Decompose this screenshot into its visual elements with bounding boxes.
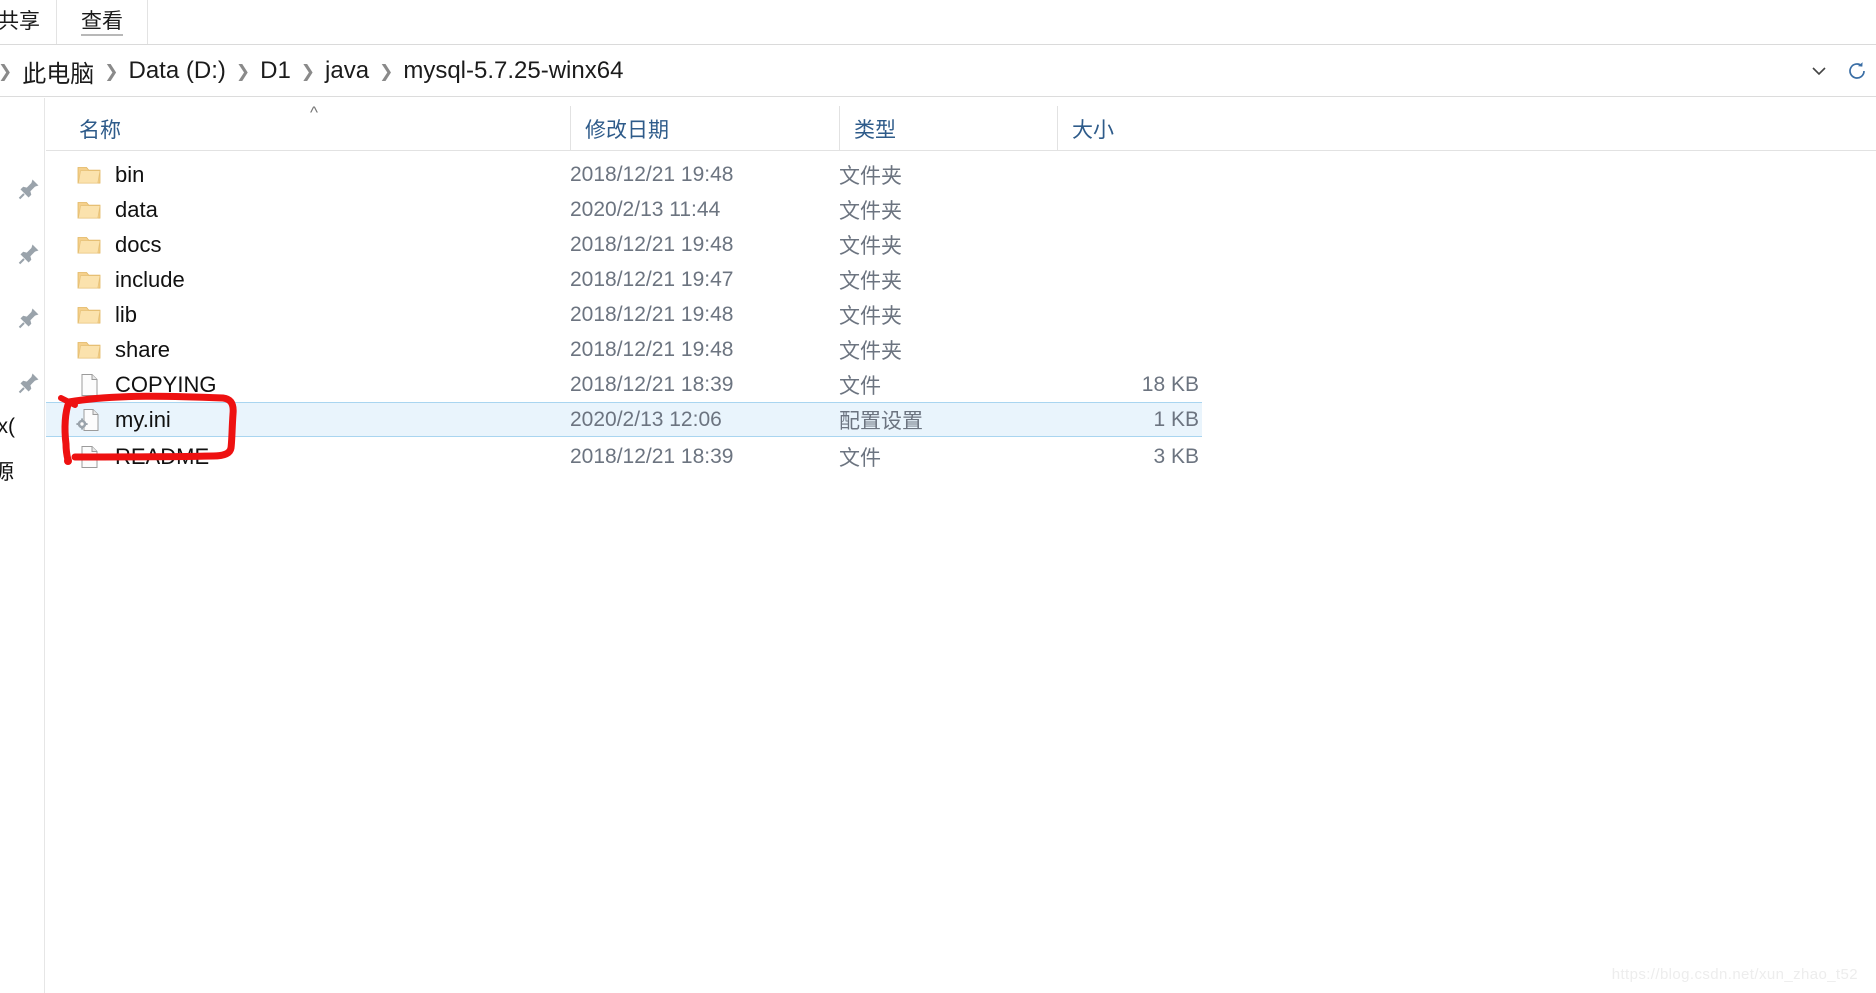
breadcrumb-item-this-pc[interactable]: 此电脑 (18, 54, 98, 89)
column-header-size[interactable]: 大小 (1057, 106, 1209, 151)
column-header-row: ^ 名称 修改日期 类型 大小 (46, 106, 1876, 151)
table-row[interactable]: include 2018/12/21 19:47 文件夹 (46, 262, 1202, 297)
column-header-type-label: 类型 (854, 114, 896, 144)
file-date-cell: 2018/12/21 18:39 (570, 373, 734, 397)
nav-item-winx-clipped[interactable]: winx( (0, 415, 15, 439)
file-name-cell[interactable]: README (76, 444, 209, 470)
file-date-cell: 2018/12/21 19:48 (570, 233, 734, 257)
tab-share[interactable]: 共享 (0, 0, 48, 44)
file-size-cell: 1 KB (1006, 408, 1199, 432)
file-icon (76, 444, 102, 470)
ribbon-tab-strip: 共享 查看 (0, 0, 1876, 45)
file-name-label: share (115, 337, 170, 363)
file-name-label: docs (115, 232, 161, 258)
breadcrumb-separator: ❯ (98, 62, 124, 82)
nav-item-downloads-clipped[interactable]: oad (0, 375, 1, 399)
file-type-cell: 文件夹 (839, 160, 902, 190)
folder-icon (76, 267, 102, 293)
breadcrumb-item-mysql[interactable]: mysql-5.7.25-winx64 (399, 57, 627, 85)
address-bar[interactable]: ❯ 此电脑 ❯ Data (D:) ❯ D1 ❯ java ❯ mysql-5.… (0, 45, 1876, 97)
breadcrumb[interactable]: ❯ 此电脑 ❯ Data (D:) ❯ D1 ❯ java ❯ mysql-5.… (0, 45, 627, 97)
file-date-cell: 2018/12/21 19:48 (570, 338, 734, 362)
column-header-date-label: 修改日期 (585, 114, 669, 144)
address-bar-actions (1800, 45, 1876, 97)
file-type-cell: 文件夹 (839, 300, 902, 330)
nav-item-resources-clipped[interactable]: 资源 (0, 456, 14, 486)
refresh-icon[interactable] (1838, 45, 1876, 97)
column-header-name-label: 名称 (79, 114, 121, 144)
file-name-label: COPYING (115, 372, 216, 398)
file-name-label: README (115, 444, 209, 470)
table-row[interactable]: share 2018/12/21 19:48 文件夹 (46, 332, 1202, 367)
file-name-cell[interactable]: lib (76, 302, 137, 328)
tab-share-label: 共享 (0, 10, 40, 33)
folder-icon (76, 337, 102, 363)
config-file-icon (76, 407, 102, 433)
breadcrumb-item-d1[interactable]: D1 (256, 57, 295, 85)
file-name-label: data (115, 197, 158, 223)
file-date-cell: 2018/12/21 18:39 (570, 445, 734, 469)
file-date-cell: 2018/12/21 19:48 (570, 303, 734, 327)
tab-view[interactable]: 查看 (56, 0, 148, 44)
table-row[interactable]: README 2018/12/21 18:39 文件 3 KB (46, 439, 1202, 474)
table-row[interactable]: bin 2018/12/21 19:48 文件夹 (46, 157, 1202, 192)
file-size-cell: 18 KB (1006, 373, 1199, 397)
breadcrumb-separator: ❯ (373, 62, 399, 82)
tab-view-label: 查看 (81, 10, 123, 36)
file-date-cell: 2018/12/21 19:47 (570, 268, 734, 292)
file-icon (76, 372, 102, 398)
file-date-cell: 2020/2/13 11:44 (570, 198, 720, 222)
pin-icon[interactable] (16, 370, 42, 396)
file-size-cell: 3 KB (1006, 445, 1199, 469)
column-header-type[interactable]: 类型 (839, 106, 1057, 151)
breadcrumb-separator: ❯ (295, 62, 321, 82)
file-name-cell[interactable]: include (76, 267, 185, 293)
file-name-cell[interactable]: COPYING (76, 372, 216, 398)
file-name-cell[interactable]: my.ini (76, 407, 171, 433)
breadcrumb-separator: ❯ (230, 62, 256, 82)
table-row[interactable]: lib 2018/12/21 19:48 文件夹 (46, 297, 1202, 332)
file-name-label: my.ini (115, 407, 171, 433)
folder-icon (76, 162, 102, 188)
pin-icon[interactable] (16, 241, 42, 267)
file-type-cell: 文件夹 (839, 230, 902, 260)
chevron-down-icon[interactable] (1800, 45, 1838, 97)
folder-icon (76, 197, 102, 223)
column-header-date-modified[interactable]: 修改日期 (570, 106, 839, 151)
table-row[interactable]: data 2020/2/13 11:44 文件夹 (46, 192, 1202, 227)
file-date-cell: 2020/2/13 12:06 (570, 408, 722, 432)
file-type-cell: 文件夹 (839, 335, 902, 365)
file-type-cell: 文件 (839, 370, 881, 400)
table-row[interactable]: COPYING 2018/12/21 18:39 文件 18 KB (46, 367, 1202, 402)
navigation-pane[interactable]: oad winx( 资源 (0, 98, 45, 993)
file-name-label: lib (115, 302, 137, 328)
file-name-cell[interactable]: bin (76, 162, 144, 188)
file-type-cell: 文件 (839, 442, 881, 472)
watermark: https://blog.csdn.net/xun_zhao_t52 (1612, 966, 1858, 983)
folder-icon (76, 232, 102, 258)
pin-icon[interactable] (16, 176, 42, 202)
pin-icon[interactable] (16, 305, 42, 331)
file-type-cell: 配置设置 (839, 405, 923, 435)
file-date-cell: 2018/12/21 19:48 (570, 163, 734, 187)
file-name-cell[interactable]: docs (76, 232, 161, 258)
file-name-cell[interactable]: data (76, 197, 158, 223)
breadcrumb-separator: ❯ (0, 62, 18, 82)
file-type-cell: 文件夹 (839, 265, 902, 295)
breadcrumb-item-java[interactable]: java (321, 57, 373, 85)
file-list-view[interactable]: ^ 名称 修改日期 类型 大小 bin 2018/12/21 19:48 文件夹 (46, 98, 1876, 993)
column-header-name[interactable]: 名称 (46, 106, 570, 151)
table-row[interactable]: docs 2018/12/21 19:48 文件夹 (46, 227, 1202, 262)
breadcrumb-item-data-d[interactable]: Data (D:) (125, 57, 230, 85)
file-name-label: include (115, 267, 185, 293)
file-type-cell: 文件夹 (839, 195, 902, 225)
file-name-cell[interactable]: share (76, 337, 170, 363)
column-header-size-label: 大小 (1072, 114, 1114, 144)
file-name-label: bin (115, 162, 144, 188)
folder-icon (76, 302, 102, 328)
table-row[interactable]: my.ini 2020/2/13 12:06 配置设置 1 KB (46, 402, 1202, 437)
